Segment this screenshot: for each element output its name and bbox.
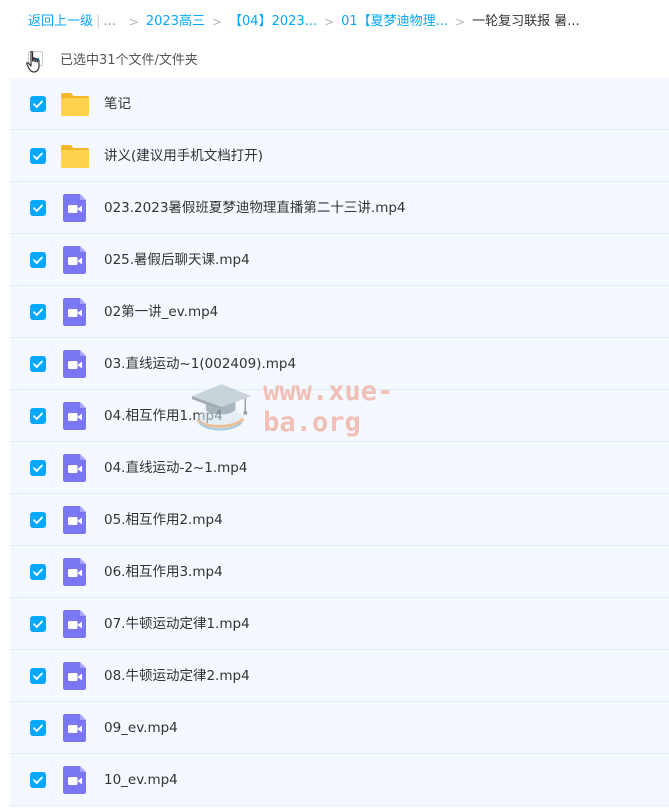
- video-file-icon: [60, 298, 90, 326]
- checkmark-icon: [33, 152, 43, 160]
- breadcrumb-separator-icon: >: [211, 15, 223, 29]
- file-name[interactable]: 09_ev.mp4: [104, 718, 178, 738]
- file-checkbox[interactable]: [30, 668, 46, 684]
- file-row[interactable]: 025.暑假后聊天课.mp4: [10, 234, 669, 286]
- checkmark-icon: [33, 100, 43, 108]
- breadcrumb-separator-icon: >: [324, 15, 335, 29]
- file-browser: 返回上一级 | ... > 2023高三 > 【04】2023... > 01【…: [0, 0, 669, 808]
- file-row[interactable]: 02第一讲_ev.mp4: [10, 286, 669, 338]
- file-name[interactable]: 03.直线运动~1(002409).mp4: [104, 354, 296, 374]
- breadcrumb-separator-icon: >: [128, 15, 139, 29]
- file-row[interactable]: 10_ev.mp4: [10, 754, 669, 806]
- file-checkbox[interactable]: [30, 616, 46, 632]
- file-checkbox[interactable]: [30, 720, 46, 736]
- file-checkbox[interactable]: [30, 304, 46, 320]
- file-checkbox[interactable]: [30, 564, 46, 580]
- checkmark-icon: [33, 672, 43, 680]
- file-row[interactable]: 08.牛顿运动定律2.mp4: [10, 650, 669, 702]
- select-all-checkbox[interactable]: [28, 50, 43, 66]
- video-file-icon: [60, 194, 90, 222]
- video-file-icon: [60, 350, 90, 378]
- back-link[interactable]: 返回上一级: [28, 12, 93, 32]
- video-file-icon: [60, 454, 90, 482]
- breadcrumb-item[interactable]: 【04】2023...: [229, 12, 317, 32]
- file-name[interactable]: 10_ev.mp4: [104, 770, 178, 790]
- file-row[interactable]: 05.相互作用2.mp4: [10, 494, 669, 546]
- file-name[interactable]: 025.暑假后聊天课.mp4: [104, 250, 250, 270]
- file-name[interactable]: 05.相互作用2.mp4: [104, 510, 223, 530]
- checkmark-icon: [33, 464, 43, 472]
- file-checkbox[interactable]: [30, 512, 46, 528]
- breadcrumb: 返回上一级 | ... > 2023高三 > 【04】2023... > 01【…: [28, 12, 580, 32]
- breadcrumb-ellipsis[interactable]: ...: [103, 12, 115, 32]
- breadcrumb-current: 一轮复习联报 暑...: [472, 14, 580, 29]
- file-row[interactable]: 04.相互作用1.mp4: [10, 390, 669, 442]
- breadcrumb-separator-icon: >: [455, 15, 466, 29]
- checkmark-icon: [33, 256, 43, 264]
- checkmark-icon: [33, 412, 43, 420]
- folder-icon: [60, 90, 90, 118]
- file-checkbox[interactable]: [30, 772, 46, 788]
- file-checkbox[interactable]: [30, 460, 46, 476]
- checkmark-icon: [33, 568, 43, 576]
- file-row[interactable]: 023.2023暑假班夏梦迪物理直播第二十三讲.mp4: [10, 182, 669, 234]
- checkmark-icon: [33, 204, 43, 212]
- checkmark-icon: [33, 516, 43, 524]
- video-file-icon: [60, 246, 90, 274]
- checkmark-icon: [33, 724, 43, 732]
- file-row[interactable]: 03.直线运动~1(002409).mp4: [10, 338, 669, 390]
- file-name[interactable]: 04.直线运动-2~1.mp4: [104, 458, 247, 478]
- video-file-icon: [60, 662, 90, 690]
- video-file-icon: [60, 766, 90, 794]
- file-checkbox[interactable]: [30, 356, 46, 372]
- file-row[interactable]: 09_ev.mp4: [10, 702, 669, 754]
- file-checkbox[interactable]: [30, 200, 46, 216]
- breadcrumb-item[interactable]: 2023高三: [146, 12, 205, 32]
- file-name[interactable]: 08.牛顿运动定律2.mp4: [104, 666, 250, 686]
- checkmark-icon: [33, 360, 43, 368]
- folder-icon: [60, 142, 90, 170]
- file-row[interactable]: 07.牛顿运动定律1.mp4: [10, 598, 669, 650]
- file-name[interactable]: 笔记: [104, 94, 131, 114]
- selection-summary: 已选中31个文件/文件夹: [60, 52, 198, 68]
- file-name[interactable]: 06.相互作用3.mp4: [104, 562, 223, 582]
- file-row[interactable]: 06.相互作用3.mp4: [10, 546, 669, 598]
- file-name[interactable]: 07.牛顿运动定律1.mp4: [104, 614, 250, 634]
- checkmark-icon: [33, 308, 43, 316]
- file-checkbox[interactable]: [30, 148, 46, 164]
- file-list: 笔记讲义(建议用手机文档打开) 023.2023暑假班夏梦迪物理直播第二十三讲.m…: [10, 78, 669, 806]
- file-name[interactable]: 023.2023暑假班夏梦迪物理直播第二十三讲.mp4: [104, 198, 406, 218]
- file-name[interactable]: 讲义(建议用手机文档打开): [104, 146, 263, 166]
- file-checkbox[interactable]: [30, 408, 46, 424]
- file-checkbox[interactable]: [30, 252, 46, 268]
- video-file-icon: [60, 610, 90, 638]
- video-file-icon: [60, 402, 90, 430]
- breadcrumb-item[interactable]: 01【夏梦迪物理...: [341, 12, 448, 32]
- file-row[interactable]: 笔记: [10, 78, 669, 130]
- checkmark-icon: [33, 620, 43, 628]
- breadcrumb-divider: |: [96, 14, 101, 29]
- selection-bar: 已选中31个文件/文件夹: [26, 48, 198, 73]
- file-name[interactable]: 02第一讲_ev.mp4: [104, 302, 218, 322]
- file-row[interactable]: 讲义(建议用手机文档打开): [10, 130, 669, 182]
- file-name[interactable]: 04.相互作用1.mp4: [104, 406, 223, 426]
- checkmark-icon: [33, 776, 43, 784]
- file-checkbox[interactable]: [30, 96, 46, 112]
- video-file-icon: [60, 506, 90, 534]
- video-file-icon: [60, 558, 90, 586]
- file-row[interactable]: 04.直线运动-2~1.mp4: [10, 442, 669, 494]
- video-file-icon: [60, 714, 90, 742]
